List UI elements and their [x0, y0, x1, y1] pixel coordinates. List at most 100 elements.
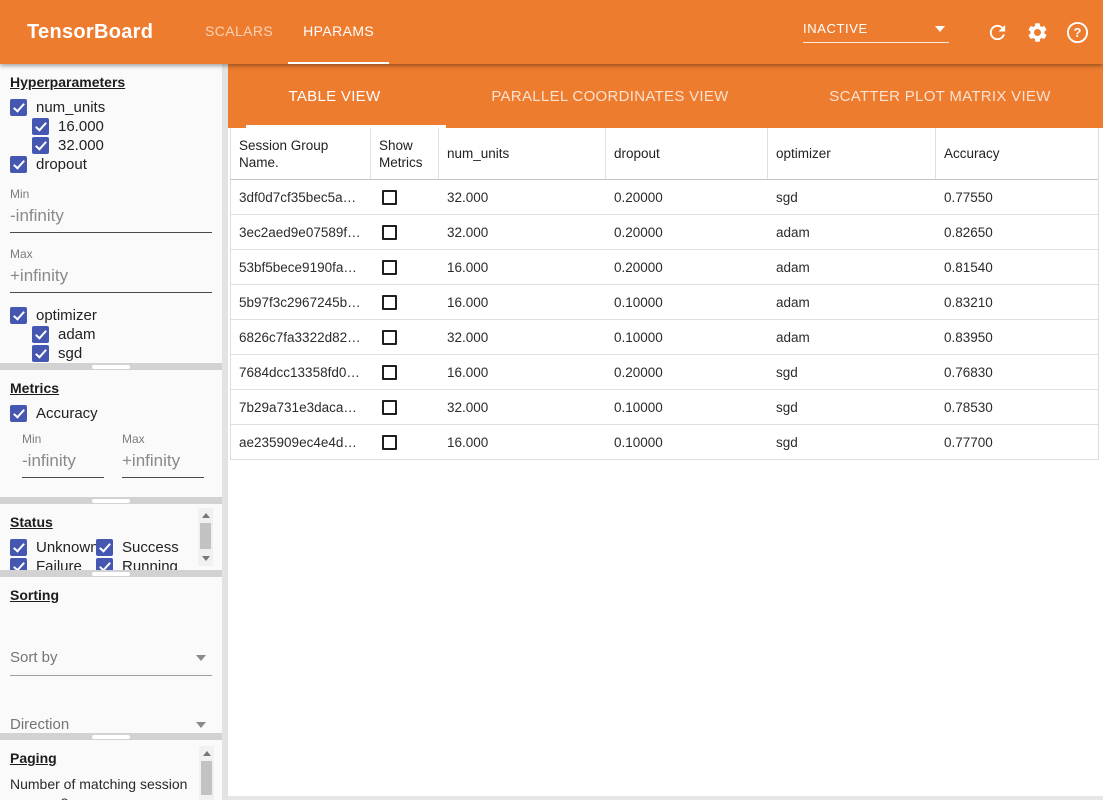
optimizer-value: sgd	[768, 425, 936, 459]
hparam-checkbox-num-units[interactable]: num_units	[10, 98, 212, 116]
accuracy-value: 0.77550	[936, 180, 1098, 214]
sidebar-resize-handle[interactable]	[0, 497, 222, 504]
help-button[interactable]: ?	[1065, 20, 1089, 44]
min-input[interactable]	[10, 204, 212, 233]
tab-scatter-plot-matrix-view[interactable]: SCATTER PLOT MATRIX VIEW	[779, 64, 1101, 128]
checkbox-checked-icon[interactable]	[10, 156, 27, 173]
scrollbar-thumb[interactable]	[200, 523, 211, 549]
session-group-name: 3df0d7cf35bec5a…	[231, 180, 371, 214]
optimizer-value: adam	[768, 285, 936, 319]
session-groups-table: Session Group Name. Show Metrics num_uni…	[230, 128, 1099, 460]
chevron-down-icon	[196, 722, 206, 728]
dropout-value: 0.10000	[606, 320, 768, 354]
checkbox-checked-icon[interactable]	[10, 405, 27, 422]
table-row: ae235909ec4e4d… 16.000 0.10000 sgd 0.777…	[231, 425, 1098, 460]
checkbox-checked-icon[interactable]	[10, 539, 27, 556]
nav-tab-hparams[interactable]: HPARAMS	[288, 0, 389, 64]
sidebar-resize-handle[interactable]	[0, 570, 222, 577]
accuracy-value: 0.77700	[936, 425, 1098, 459]
settings-button[interactable]	[1025, 20, 1049, 44]
show-metrics-checkbox[interactable]	[382, 295, 397, 310]
hparam-value-checkbox-32[interactable]: 32.000	[32, 136, 212, 154]
sidebar-resize-handle[interactable]	[0, 363, 222, 370]
show-metrics-checkbox[interactable]	[382, 365, 397, 380]
sorting-heading: Sorting	[10, 587, 212, 603]
show-metrics-checkbox[interactable]	[382, 225, 397, 240]
num-units-value: 16.000	[439, 250, 606, 284]
min-label: Min	[10, 187, 212, 201]
nav-tab-scalars[interactable]: SCALARS	[190, 0, 288, 64]
status-checkbox-failure[interactable]: Failure	[10, 557, 96, 570]
checkbox-checked-icon[interactable]	[10, 307, 27, 324]
status-checkbox-grid: Unknown Success Failure Running	[10, 538, 212, 570]
show-metrics-checkbox[interactable]	[382, 435, 397, 450]
main-content: TABLE VIEW PARALLEL COORDINATES VIEW SCA…	[228, 64, 1103, 800]
hparam-checkbox-optimizer[interactable]: optimizer	[10, 306, 212, 324]
dropout-value: 0.10000	[606, 285, 768, 319]
sidebar: Hyperparameters num_units 16.000 32.000 …	[0, 64, 222, 800]
hparam-value-checkbox-16[interactable]: 16.000	[32, 117, 212, 135]
session-group-name: 7b29a731e3daca…	[231, 390, 371, 424]
hparam-checkbox-dropout[interactable]: dropout	[10, 155, 212, 173]
session-group-name: 3ec2aed9e07589f…	[231, 215, 371, 249]
session-group-name: 53bf5bece9190fa…	[231, 250, 371, 284]
hparam-value-checkbox-sgd[interactable]: sgd	[32, 344, 212, 362]
chevron-down-icon	[196, 655, 206, 661]
max-input[interactable]	[122, 449, 204, 478]
status-heading: Status	[10, 514, 212, 530]
status-checkbox-unknown[interactable]: Unknown	[10, 538, 96, 556]
checkbox-checked-icon[interactable]	[32, 326, 49, 343]
show-metrics-checkbox[interactable]	[382, 190, 397, 205]
metrics-heading: Metrics	[10, 380, 212, 396]
show-metrics-checkbox[interactable]	[382, 330, 397, 345]
dropout-value: 0.20000	[606, 355, 768, 389]
run-status-dropdown[interactable]: INACTIVE	[803, 21, 949, 43]
status-checkbox-success[interactable]: Success	[96, 538, 212, 556]
accuracy-value: 0.81540	[936, 250, 1098, 284]
drag-handle-icon	[92, 365, 130, 369]
section-metrics: Metrics Accuracy Min Max	[0, 370, 222, 497]
matching-groups-count: Number of matching session groups: 8	[10, 775, 198, 800]
optimizer-value: adam	[768, 320, 936, 354]
checkbox-checked-icon[interactable]	[96, 539, 113, 556]
scroll-down-icon[interactable]	[202, 556, 210, 561]
paging-scrollbar[interactable]	[199, 746, 214, 800]
optimizer-value: sgd	[768, 355, 936, 389]
refresh-button[interactable]	[985, 20, 1009, 44]
table-row: 3ec2aed9e07589f… 32.000 0.20000 adam 0.8…	[231, 215, 1098, 250]
checkbox-label: Running	[122, 558, 178, 571]
svg-text:?: ?	[1073, 24, 1081, 39]
section-paging: Paging Number of matching session groups…	[0, 740, 222, 800]
run-status-value: INACTIVE	[803, 21, 868, 36]
sidebar-resize-handle[interactable]	[0, 733, 222, 740]
chevron-down-icon	[935, 26, 945, 32]
show-metrics-checkbox[interactable]	[382, 260, 397, 275]
direction-dropdown[interactable]: Direction	[10, 712, 212, 733]
drag-handle-icon	[92, 735, 130, 739]
checkbox-checked-icon[interactable]	[32, 118, 49, 135]
checkbox-checked-icon[interactable]	[96, 558, 113, 571]
num-units-value: 16.000	[439, 285, 606, 319]
checkbox-checked-icon[interactable]	[10, 558, 27, 571]
status-scrollbar[interactable]	[198, 508, 213, 566]
table-header-row: Session Group Name. Show Metrics num_uni…	[231, 128, 1098, 180]
horizontal-scrollbar-track[interactable]	[228, 796, 1103, 800]
checkbox-checked-icon[interactable]	[10, 99, 27, 116]
accuracy-value: 0.76830	[936, 355, 1098, 389]
scroll-up-icon[interactable]	[202, 513, 210, 518]
accuracy-max-field: Max	[122, 432, 204, 478]
status-checkbox-running[interactable]: Running	[96, 557, 212, 570]
dropout-value: 0.10000	[606, 425, 768, 459]
hparam-value-checkbox-adam[interactable]: adam	[32, 325, 212, 343]
show-metrics-checkbox[interactable]	[382, 400, 397, 415]
scrollbar-thumb[interactable]	[201, 761, 212, 795]
sort-by-dropdown[interactable]: Sort by	[10, 645, 212, 676]
checkbox-checked-icon[interactable]	[32, 137, 49, 154]
checkbox-checked-icon[interactable]	[32, 345, 49, 362]
metric-checkbox-accuracy[interactable]: Accuracy	[10, 404, 212, 422]
min-input[interactable]	[22, 449, 104, 478]
max-input[interactable]	[10, 264, 212, 293]
tab-table-view[interactable]: TABLE VIEW	[228, 64, 441, 128]
tab-parallel-coordinates-view[interactable]: PARALLEL COORDINATES VIEW	[441, 64, 779, 128]
scroll-up-icon[interactable]	[203, 751, 211, 756]
